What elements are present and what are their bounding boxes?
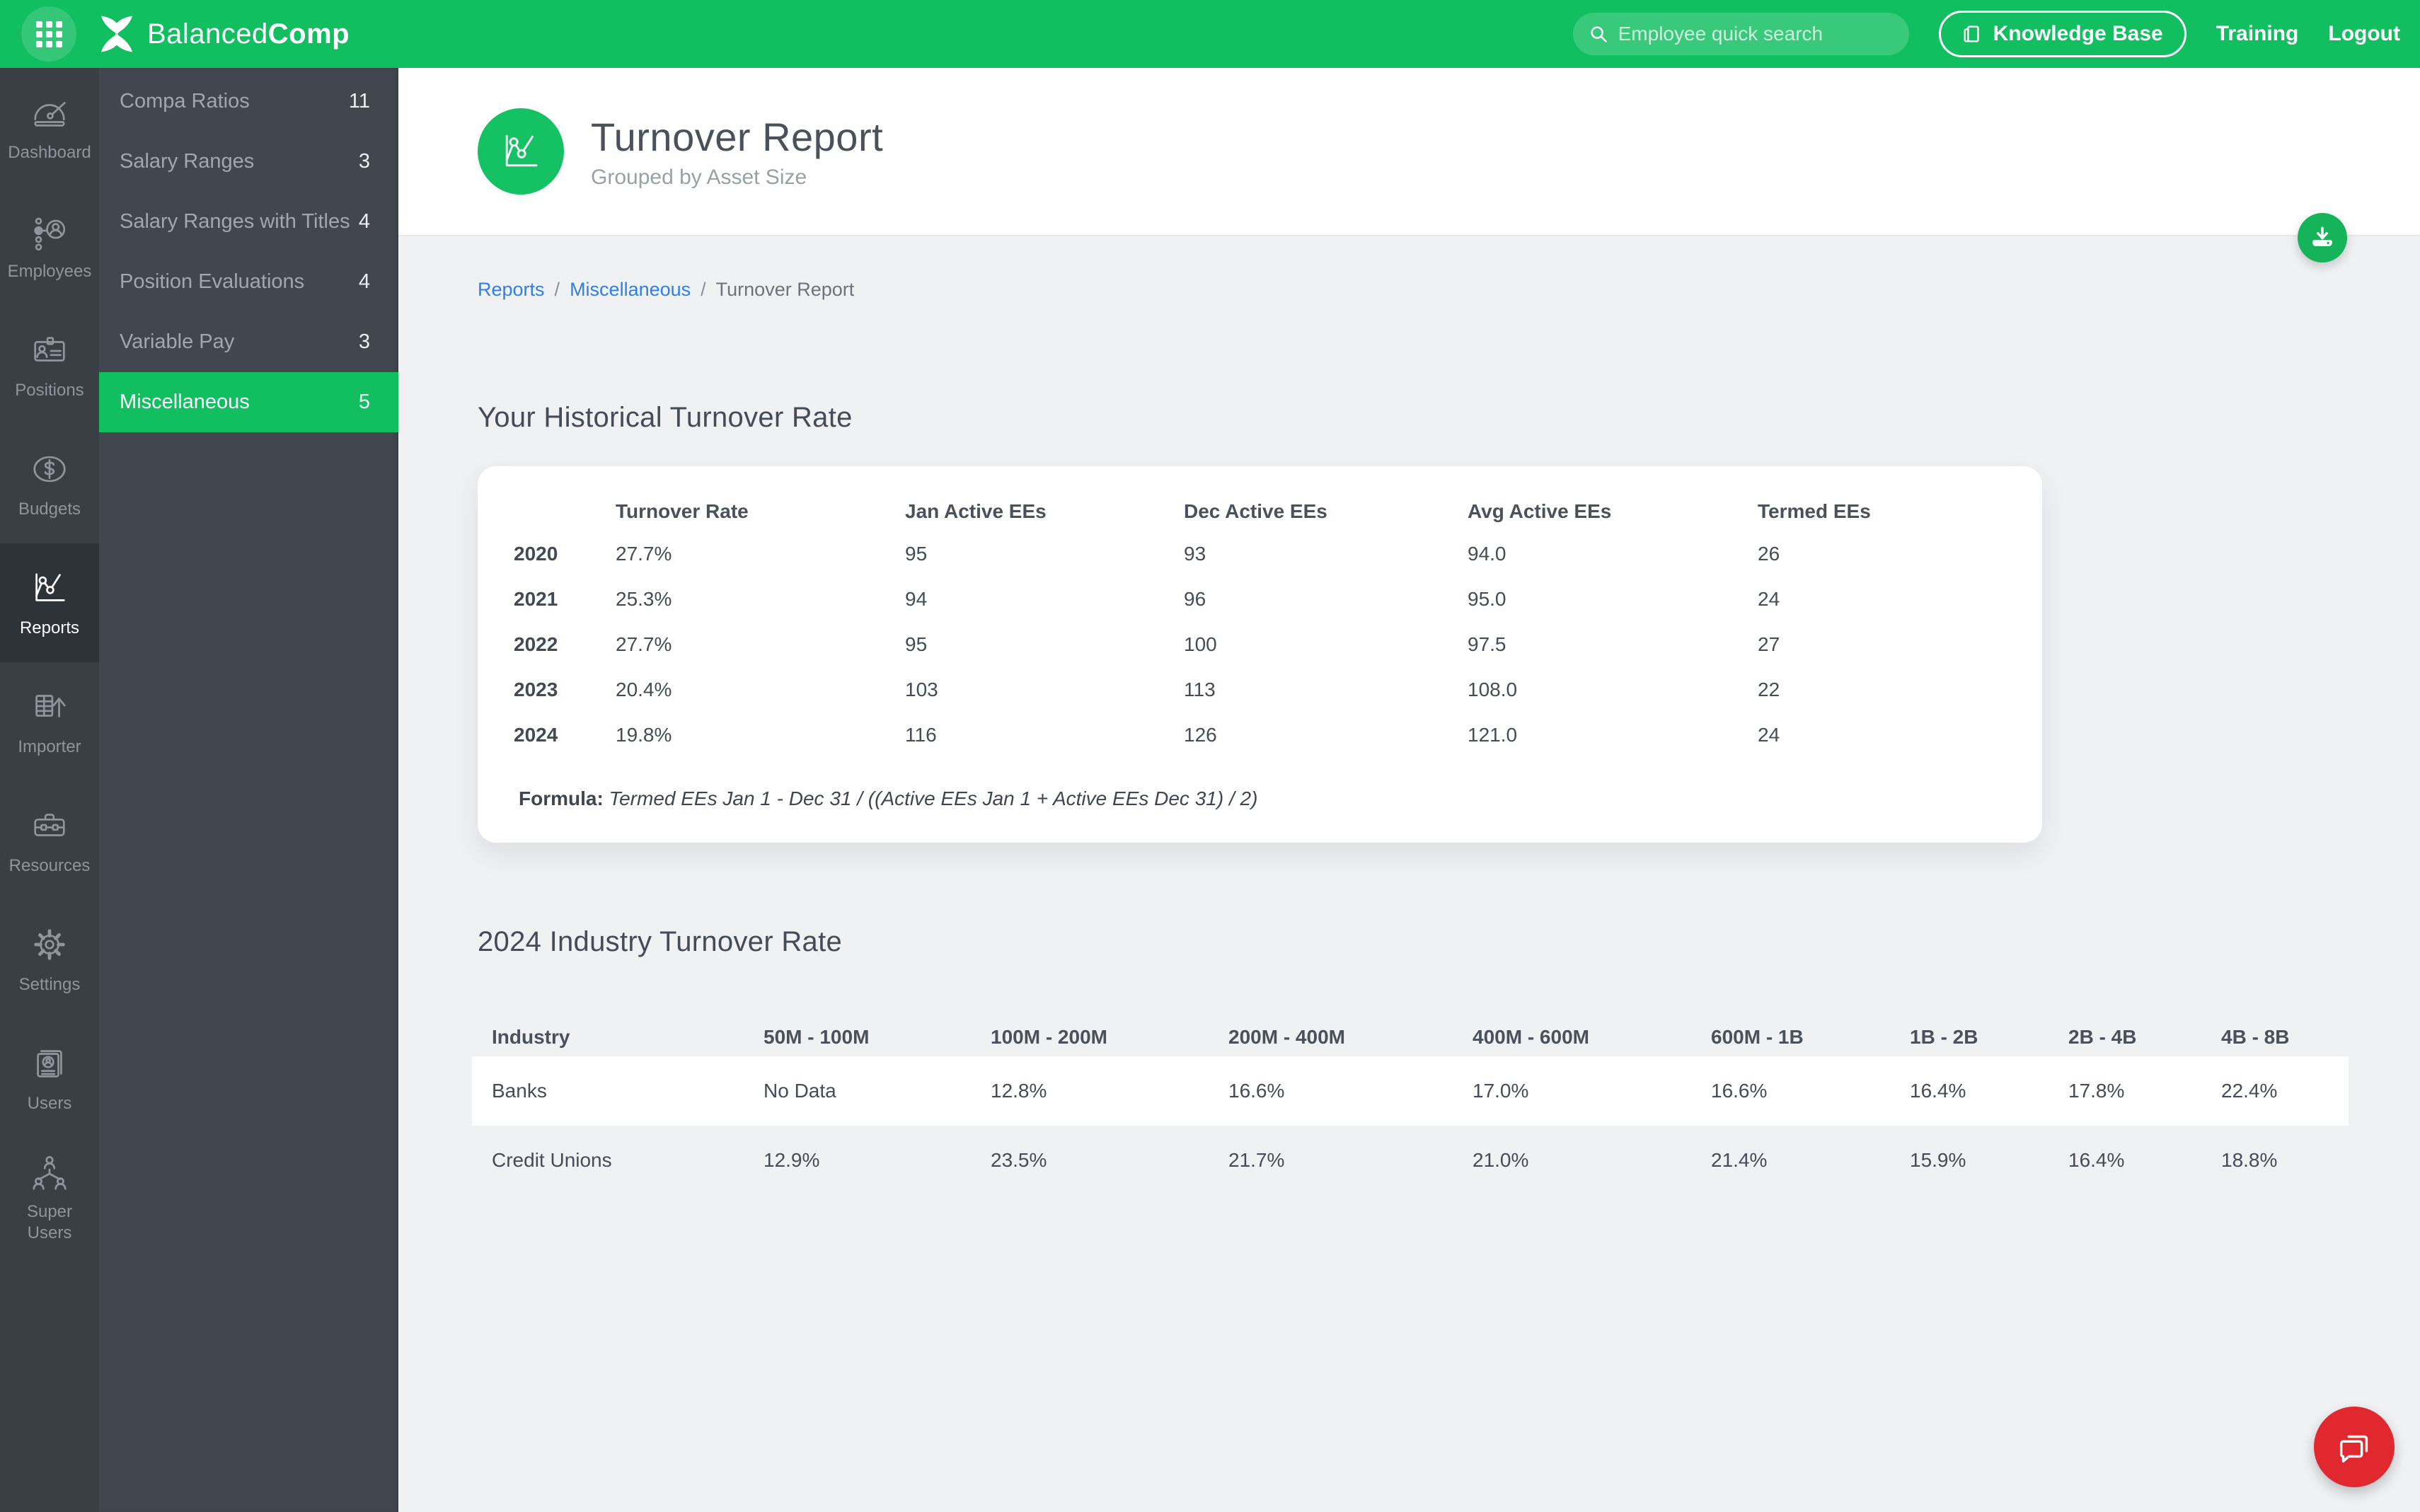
document-icon [1964, 25, 1979, 42]
logout-link[interactable]: Logout [2328, 22, 2400, 46]
balancedcomp-logo-icon [100, 16, 133, 52]
dashboard-gauge-icon [34, 101, 66, 127]
page-title: Turnover Report [591, 114, 884, 159]
download-report-button[interactable] [2298, 213, 2347, 262]
search-input[interactable] [1618, 23, 1894, 45]
chat-button[interactable] [2314, 1407, 2395, 1487]
breadcrumb-separator: / [701, 279, 706, 300]
sidebar-item-importer[interactable]: Importer [0, 662, 99, 781]
super-users-tree-icon [33, 1155, 67, 1190]
reports-chart-icon [35, 572, 65, 601]
page-subtitle: Grouped by Asset Size [591, 165, 807, 189]
sidebar-item-resources[interactable]: Resources [0, 781, 99, 900]
settings-gear-icon [34, 928, 65, 960]
sidebar-item-employees[interactable]: Employees [0, 187, 99, 306]
historical-section-heading: Your Historical Turnover Rate [478, 402, 853, 433]
knowledge-base-button[interactable]: Knowledge Base [1938, 11, 2186, 57]
submenu-item-salary-ranges-with-titles[interactable]: Salary Ranges with Titles 4 [99, 192, 398, 252]
training-link[interactable]: Training [2216, 22, 2299, 46]
top-bar: BalancedComp Knowledge Base Training Log… [0, 0, 2420, 68]
chat-icon [2339, 1435, 2368, 1463]
line-chart-icon [505, 134, 538, 167]
main-content: Turnover Report Grouped by Asset Size Re… [398, 68, 2420, 1512]
grid-icon [35, 21, 62, 47]
sidebar-item-super-users[interactable]: Super Users [0, 1138, 99, 1257]
industry-table-header: Industry 50M - 100M 100M - 200M 200M - 4… [492, 1025, 2290, 1048]
industry-section-heading: 2024 Industry Turnover Rate [478, 926, 843, 957]
brand-name: BalancedComp [147, 18, 350, 50]
breadcrumb-link-reports[interactable]: Reports [478, 279, 545, 301]
submenu-item-compa-ratios[interactable]: Compa Ratios 11 [99, 71, 398, 132]
sidebar-item-budgets[interactable]: Budgets [0, 425, 99, 543]
report-header: Turnover Report Grouped by Asset Size [398, 68, 2420, 236]
users-card-icon [37, 1049, 62, 1078]
count-badge: 5 [358, 391, 370, 413]
breadcrumb-current: Turnover Report [715, 279, 855, 300]
icon-sidebar: Dashboard Employees Positions Budgets Re… [0, 68, 99, 1512]
table-row: 2023 20.4% 103 113 108.0 22 [514, 679, 1780, 700]
breadcrumb-link-miscellaneous[interactable]: Miscellaneous [570, 279, 691, 301]
search-icon [1591, 26, 1607, 43]
brand-logo: BalancedComp [96, 13, 350, 54]
sidebar-item-dashboard[interactable]: Dashboard [0, 68, 99, 187]
industry-turnover-table: Industry 50M - 100M 100M - 200M 200M - 4… [472, 1017, 2349, 1195]
count-badge: 11 [348, 90, 370, 112]
table-row: 2022 27.7% 95 100 97.5 27 [514, 633, 1780, 655]
sidebar-item-users[interactable]: Users [0, 1019, 99, 1138]
app-grid-button[interactable] [21, 6, 76, 62]
reports-submenu: Compa Ratios 11 Salary Ranges 3 Salary R… [99, 68, 398, 1512]
breadcrumb: Reports / Miscellaneous / Turnover Repor… [478, 279, 2420, 301]
download-icon [2312, 226, 2332, 246]
count-badge: 3 [358, 330, 370, 353]
table-row: 2024 19.8% 116 126 121.0 24 [514, 724, 1780, 746]
employee-quick-search[interactable] [1572, 13, 1909, 55]
sidebar-item-reports[interactable]: Reports [0, 543, 99, 662]
positions-card-icon [34, 336, 65, 362]
historical-table-header: Turnover Rate Jan Active EEs Dec Active … [616, 500, 1871, 522]
submenu-item-variable-pay[interactable]: Variable Pay 3 [99, 312, 398, 372]
importer-sheet-icon [35, 694, 66, 717]
submenu-item-position-evaluations[interactable]: Position Evaluations 4 [99, 252, 398, 312]
sidebar-item-settings[interactable]: Settings [0, 900, 99, 1019]
formula-note: Formula: Termed EEs Jan 1 - Dec 31 / ((A… [519, 787, 1258, 809]
table-row: 2021 25.3% 94 96 95.0 24 [514, 588, 1780, 610]
historical-turnover-card: Turnover Rate Jan Active EEs Dec Active … [478, 466, 2042, 843]
employees-org-icon [34, 217, 66, 250]
count-badge: 4 [358, 270, 370, 293]
count-badge: 3 [358, 150, 370, 173]
submenu-item-salary-ranges[interactable]: Salary Ranges 3 [99, 132, 398, 192]
table-row-credit-unions: Credit Unions 12.9% 23.5% 21.7% 21.0% 21… [492, 1149, 2278, 1171]
budgets-dollar-icon [33, 456, 66, 482]
report-icon-circle [478, 108, 564, 195]
sidebar-item-positions[interactable]: Positions [0, 306, 99, 425]
breadcrumb-separator: / [554, 279, 560, 300]
submenu-item-miscellaneous[interactable]: Miscellaneous 5 [99, 372, 398, 432]
table-row: 2020 27.7% 95 93 94.0 26 [514, 543, 1780, 565]
resources-briefcase-icon [34, 813, 65, 836]
count-badge: 4 [358, 210, 370, 233]
table-row-banks: Banks No Data 12.8% 16.6% 17.0% 16.6% 16… [472, 1056, 2349, 1126]
